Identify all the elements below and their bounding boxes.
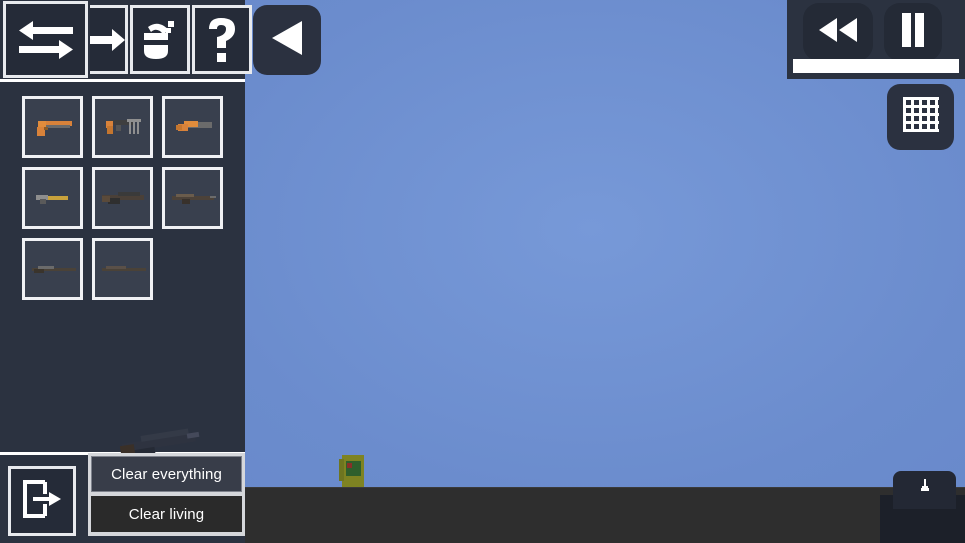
inventory-slot-submachine-gun[interactable]	[22, 167, 83, 229]
help-question-icon	[205, 16, 239, 64]
arrow-right-icon	[90, 25, 125, 55]
battle-rifle-icon	[171, 194, 216, 204]
inventory-slot-battle-rifle[interactable]	[162, 167, 223, 229]
submachine-gun-icon	[35, 195, 68, 204]
paint-bucket-icon	[138, 17, 182, 63]
scene-ground	[245, 487, 965, 543]
entity-shade	[339, 459, 344, 481]
inventory-slot-long-rifle[interactable]	[92, 238, 153, 300]
machine-pistol-icon	[105, 119, 141, 134]
spawn-marker-icon	[919, 479, 931, 498]
sidebar-toolbar	[0, 0, 252, 79]
spawn-panel[interactable]	[893, 471, 956, 509]
timeline-slider[interactable]	[793, 59, 959, 73]
inventory-slot-machine-pistol[interactable]	[92, 96, 153, 158]
toolbar-divider	[0, 79, 245, 82]
inventory-slot-sawed-off-shotgun[interactable]	[162, 96, 223, 158]
clear-everything-button[interactable]: Clear everything	[91, 456, 242, 492]
grid-icon	[901, 95, 941, 140]
exit-button[interactable]	[8, 466, 76, 536]
assault-rifle-icon	[101, 192, 144, 204]
clear-buttons-panel: Clear everything Clear living	[88, 453, 245, 536]
inventory-slot-sniper-rifle[interactable]	[22, 238, 83, 300]
triangle-left-icon	[270, 19, 304, 62]
rewind-icon	[817, 17, 859, 48]
inventory-slot-assault-rifle[interactable]	[92, 167, 153, 229]
help-button[interactable]	[192, 5, 252, 74]
game-screen: Clear everything Clear living	[0, 0, 965, 543]
clear-living-button[interactable]: Clear living	[91, 496, 242, 532]
pause-button[interactable]	[884, 3, 942, 61]
long-rifle-icon	[101, 266, 146, 271]
swap-arrows-icon	[17, 18, 75, 62]
scene-canvas[interactable]	[245, 0, 965, 543]
paint-bucket-button[interactable]	[130, 5, 190, 74]
scene-entity[interactable]	[339, 455, 367, 487]
grid-toggle-button[interactable]	[887, 84, 954, 150]
pause-icon	[900, 12, 926, 52]
move-arrow-button[interactable]	[90, 5, 128, 74]
entity-eye	[347, 463, 352, 468]
exit-door-icon	[19, 478, 65, 525]
weapon-inventory-grid	[22, 96, 232, 300]
inventory-slot-pistol[interactable]	[22, 96, 83, 158]
back-button[interactable]	[253, 5, 321, 75]
rewind-button[interactable]	[803, 3, 873, 61]
swap-arrows-button[interactable]	[3, 1, 88, 78]
sniper-rifle-icon	[31, 266, 76, 273]
pistol-icon	[36, 121, 72, 136]
sawed-off-shotgun-icon	[175, 121, 212, 131]
